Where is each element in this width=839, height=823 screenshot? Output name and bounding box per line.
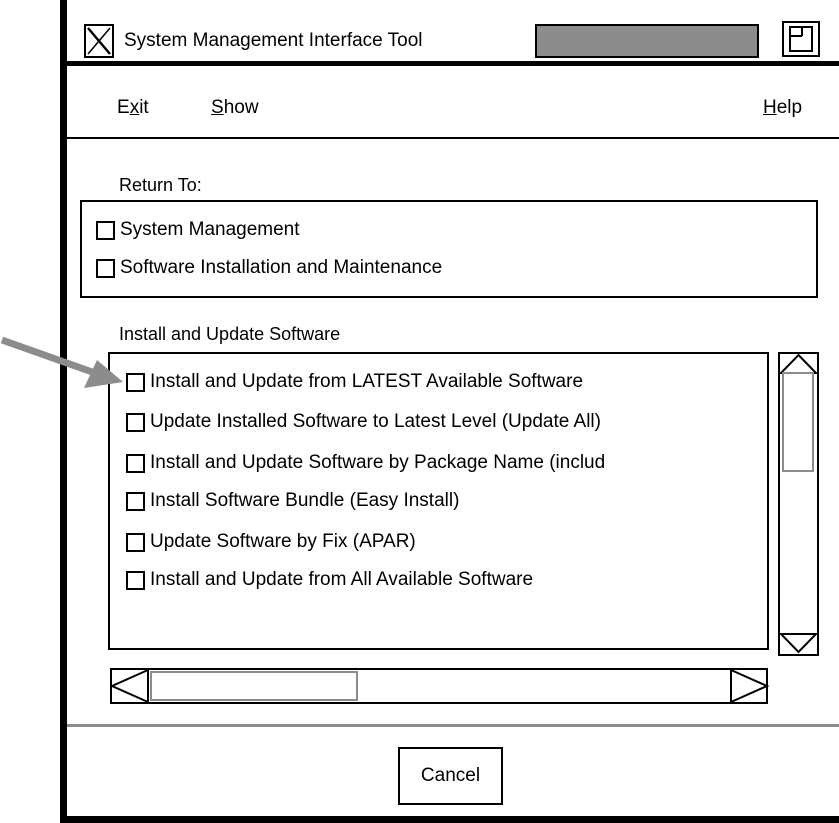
return-to-item[interactable]: Software Installation and Maintenance (96, 255, 442, 281)
menu-exit-first: E (117, 97, 130, 118)
return-to-item-label: Software Installation and Maintenance (120, 257, 443, 278)
menu-show-mnemonic: S (211, 97, 224, 118)
menu-help-mnemonic: H (763, 97, 777, 118)
title-status-field (535, 24, 759, 58)
checkbox[interactable] (126, 491, 145, 511)
window-title: System Management Interface Tool (124, 30, 423, 51)
arrow-pointer-icon (0, 336, 123, 388)
menu-show-rest: how (223, 97, 259, 118)
checkbox[interactable] (126, 372, 145, 392)
cancel-button[interactable]: Cancel (398, 747, 503, 805)
install-list-label: Install and Update Software (119, 324, 341, 344)
x-logo-icon[interactable] (84, 24, 114, 58)
scroll-left-arrow-icon[interactable] (109, 668, 150, 704)
return-to-item-label: System Management (120, 219, 300, 240)
list-item[interactable]: Update Software by Fix (APAR) (126, 529, 416, 555)
list-item-label: Update Installed Software to Latest Leve… (150, 411, 601, 432)
list-item[interactable]: Install and Update Software by Package N… (126, 450, 605, 476)
list-item-label: Install and Update from LATEST Available… (150, 371, 584, 392)
menu-help[interactable]: Help (763, 96, 802, 120)
menu-exit[interactable]: Exit (117, 96, 149, 120)
menu-show[interactable]: Show (211, 96, 259, 120)
window-frame-left (60, 0, 67, 823)
menu-exit-mnemonic: x (129, 97, 140, 118)
list-item[interactable]: Install and Update from LATEST Available… (126, 369, 583, 395)
checkbox[interactable] (96, 220, 115, 240)
vertical-scroll-thumb[interactable] (782, 372, 814, 472)
list-item-label: Update Software by Fix (APAR) (150, 531, 416, 552)
return-to-label: Return To: (119, 175, 202, 195)
return-to-group (80, 200, 818, 298)
horizontal-scroll-thumb[interactable] (150, 671, 358, 701)
list-item[interactable]: Install Software Bundle (Easy Install) (126, 488, 459, 514)
list-item[interactable]: Install and Update from All Available So… (126, 567, 533, 593)
return-to-item[interactable]: System Management (96, 217, 300, 243)
menu-exit-rest: it (139, 97, 149, 118)
menu-bar (67, 66, 839, 139)
list-item-label: Install and Update from All Available So… (150, 569, 534, 590)
footer-separator (67, 724, 839, 727)
window-frame-bottom (60, 816, 839, 823)
list-item-label: Install and Update Software by Package N… (150, 452, 606, 473)
checkbox[interactable] (96, 258, 115, 278)
checkbox[interactable] (126, 532, 145, 552)
checkbox[interactable] (126, 412, 145, 432)
checkbox[interactable] (126, 453, 145, 473)
menu-help-rest: elp (776, 97, 803, 118)
list-item-label: Install Software Bundle (Easy Install) (150, 490, 460, 511)
checkbox[interactable] (126, 570, 145, 590)
scroll-down-arrow-icon[interactable] (778, 632, 819, 654)
scroll-right-arrow-icon[interactable] (729, 668, 770, 704)
list-item[interactable]: Update Installed Software to Latest Leve… (126, 409, 601, 435)
maximize-icon[interactable] (782, 21, 820, 57)
